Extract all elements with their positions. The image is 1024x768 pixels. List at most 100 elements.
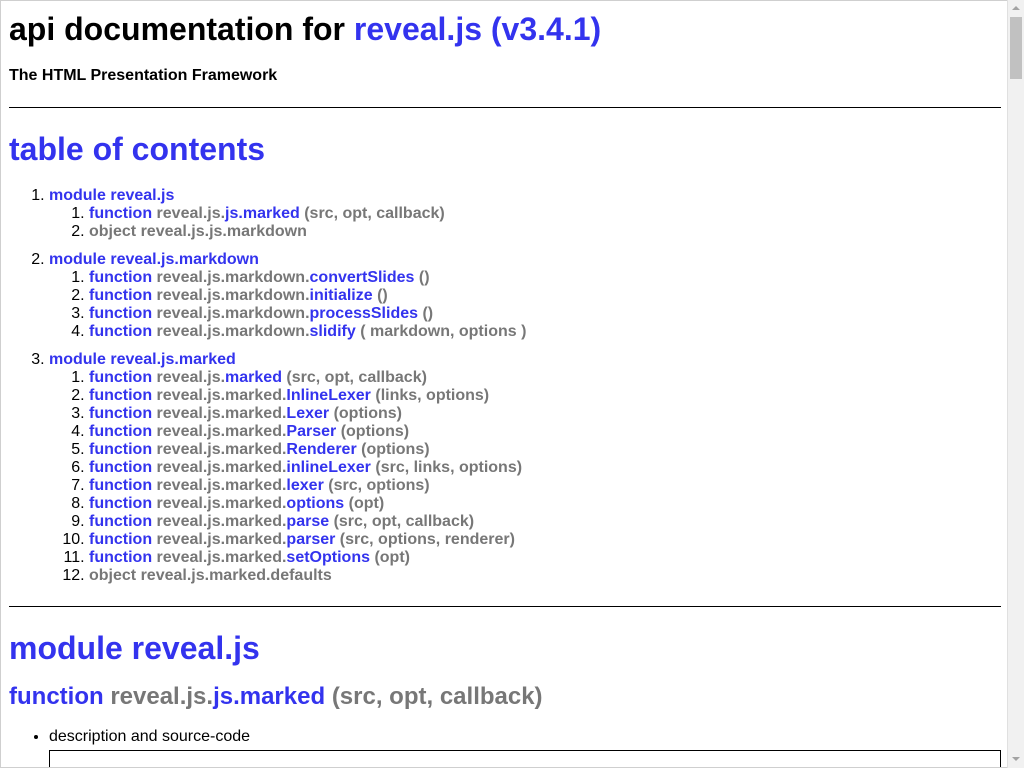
toc-function-keyword-link[interactable]: function [89,495,152,512]
toc-item: function reveal.js.marked.lexer (src, op… [89,477,1001,495]
module-heading-link[interactable]: module reveal.js [9,630,260,666]
page-title-prefix: api documentation for [9,11,345,47]
toc-function-args: (links, options) [375,387,490,404]
toc-item: function reveal.js.marked.Lexer (options… [89,405,1001,423]
toc-module-item: module reveal.js.markedfunction reveal.j… [49,351,1001,585]
toc-item: object reveal.js.js.markdown [89,223,1001,241]
toc-function-keyword-link[interactable]: function [89,459,152,476]
toc-function-keyword-link[interactable]: function [89,531,152,548]
toc-function-keyword-link[interactable]: function [89,205,152,222]
toc-function-keyword-link[interactable]: function [89,387,152,404]
toc-item-list: function reveal.js.js.marked (src, opt, … [49,205,1001,241]
toc-function-name-link[interactable]: options [286,495,344,512]
toc-item: function reveal.js.marked.Renderer (opti… [89,441,1001,459]
toc-function-prefix: reveal.js.markdown. [156,269,310,286]
toc-function-prefix: reveal.js. [156,369,226,386]
toc-title: table of contents [9,131,266,167]
document-content: api documentation for reveal.js (v3.4.1)… [1,9,1007,767]
toc-function-keyword-link[interactable]: function [89,287,152,304]
toc-function-keyword-link[interactable]: function [89,269,152,286]
toc-function-name-link[interactable]: Renderer [286,441,356,458]
toc-module-link[interactable]: module reveal.js.marked [49,351,236,368]
toc-function-args: ( markdown, options ) [360,323,527,340]
toc-function-args: () [377,287,388,304]
toc-function-keyword-link[interactable]: function [89,369,152,386]
function-heading: function reveal.js.js.marked (src, opt, … [9,682,1001,712]
toc-function-args: () [422,305,434,322]
page-title: api documentation for reveal.js (v3.4.1) [9,9,1001,49]
toc-function-prefix: reveal.js.markdown. [156,287,310,304]
module-heading[interactable]: module reveal.js [9,628,1001,668]
toc-item: function reveal.js.marked.parser (src, o… [89,531,1001,549]
toc-item: function reveal.js.marked.InlineLexer (l… [89,387,1001,405]
toc-item: function reveal.js.marked.inlineLexer (s… [89,459,1001,477]
vertical-scrollbar[interactable] [1007,0,1024,768]
scroll-down-arrow-icon[interactable] [1008,751,1024,768]
toc-function-name-link[interactable]: lexer [286,477,323,494]
toc-item-list: function reveal.js.markdown.convertSlide… [49,269,1001,341]
toc-function-prefix: reveal.js.marked. [156,459,287,476]
toc-function-prefix: reveal.js.marked. [156,513,287,530]
toc-function-name-link[interactable]: inlineLexer [286,459,370,476]
toc-function-keyword-link[interactable]: function [89,323,152,340]
toc-item: function reveal.js.markdown.processSlide… [89,305,1001,323]
function-keyword-link[interactable]: function [9,683,104,710]
toc-function-name-link[interactable]: slidify [310,323,356,340]
toc-item: function reveal.js.js.marked (src, opt, … [89,205,1001,223]
page-title-link[interactable]: reveal.js (v3.4.1) [354,11,601,47]
toc-function-args: (options) [361,441,430,458]
toc-item: function reveal.js.marked (src, opt, cal… [89,369,1001,387]
toc-function-name-link[interactable]: parse [286,513,329,530]
divider [9,606,1001,607]
toc-function-keyword-link[interactable]: function [89,423,152,440]
toc-module-link[interactable]: module reveal.js [49,187,174,204]
function-prefix: reveal.js. [110,683,214,710]
toc-function-prefix: reveal.js.marked. [156,531,287,548]
description-list: description and source-code [9,728,1001,746]
toc-module-link[interactable]: module reveal.js.markdown [49,251,259,268]
toc-function-prefix: reveal.js.marked. [156,477,287,494]
toc-function-name-link[interactable]: parser [286,531,335,548]
scrollbar-thumb[interactable] [1010,17,1022,79]
toc-function-keyword-link[interactable]: function [89,305,152,322]
toc-function-prefix: reveal.js.marked. [156,423,287,440]
toc-function-prefix: reveal.js.marked. [156,495,287,512]
toc-item: function reveal.js.markdown.slidify ( ma… [89,323,1001,341]
toc-function-prefix: reveal.js.marked. [156,405,287,422]
toc-function-args: (src, links, options) [375,459,523,476]
toc-item: function reveal.js.marked.setOptions (op… [89,549,1001,567]
toc-function-args: (opt) [348,495,385,512]
toc-function-keyword-link[interactable]: function [89,441,152,458]
toc-function-args: (src, opt, callback) [304,205,445,222]
toc-item: object reveal.js.marked.defaults [89,567,1001,585]
function-name-link[interactable]: js.marked [213,683,325,710]
toc-function-args: (src, options, renderer) [339,531,515,548]
toc-function-name-link[interactable]: Parser [286,423,336,440]
toc-function-name-link[interactable]: js.marked [225,205,300,222]
toc-function-keyword-link[interactable]: function [89,477,152,494]
toc-item-list: function reveal.js.marked (src, opt, cal… [49,369,1001,585]
toc-function-prefix: reveal.js.marked. [156,549,287,566]
scroll-up-arrow-icon[interactable] [1008,0,1024,17]
toc-function-name-link[interactable]: processSlides [310,305,419,322]
toc-function-prefix: reveal.js.marked. [156,387,287,404]
toc-function-args: (options) [333,405,402,422]
toc-function-keyword-link[interactable]: function [89,513,152,530]
toc-function-keyword-link[interactable]: function [89,549,152,566]
toc-function-name-link[interactable]: initialize [310,287,373,304]
toc-item: function reveal.js.marked.Parser (option… [89,423,1001,441]
toc-item: function reveal.js.markdown.convertSlide… [89,269,1001,287]
toc-function-args: (options) [340,423,410,440]
toc-function-name-link[interactable]: convertSlides [310,269,415,286]
toc-function-name-link[interactable]: InlineLexer [286,387,370,404]
toc-function-name-link[interactable]: setOptions [286,549,370,566]
toc-function-args: (src, opt, callback) [286,369,427,386]
toc-function-name-link[interactable]: marked [225,369,282,386]
toc-function-args: () [418,269,430,286]
toc-function-prefix: reveal.js.markdown. [156,323,310,340]
toc-function-name-link[interactable]: Lexer [286,405,329,422]
source-code-box [49,750,1001,767]
toc-function-keyword-link[interactable]: function [89,405,152,422]
toc-item: function reveal.js.marked.parse (src, op… [89,513,1001,531]
toc-item: function reveal.js.markdown.initialize (… [89,287,1001,305]
